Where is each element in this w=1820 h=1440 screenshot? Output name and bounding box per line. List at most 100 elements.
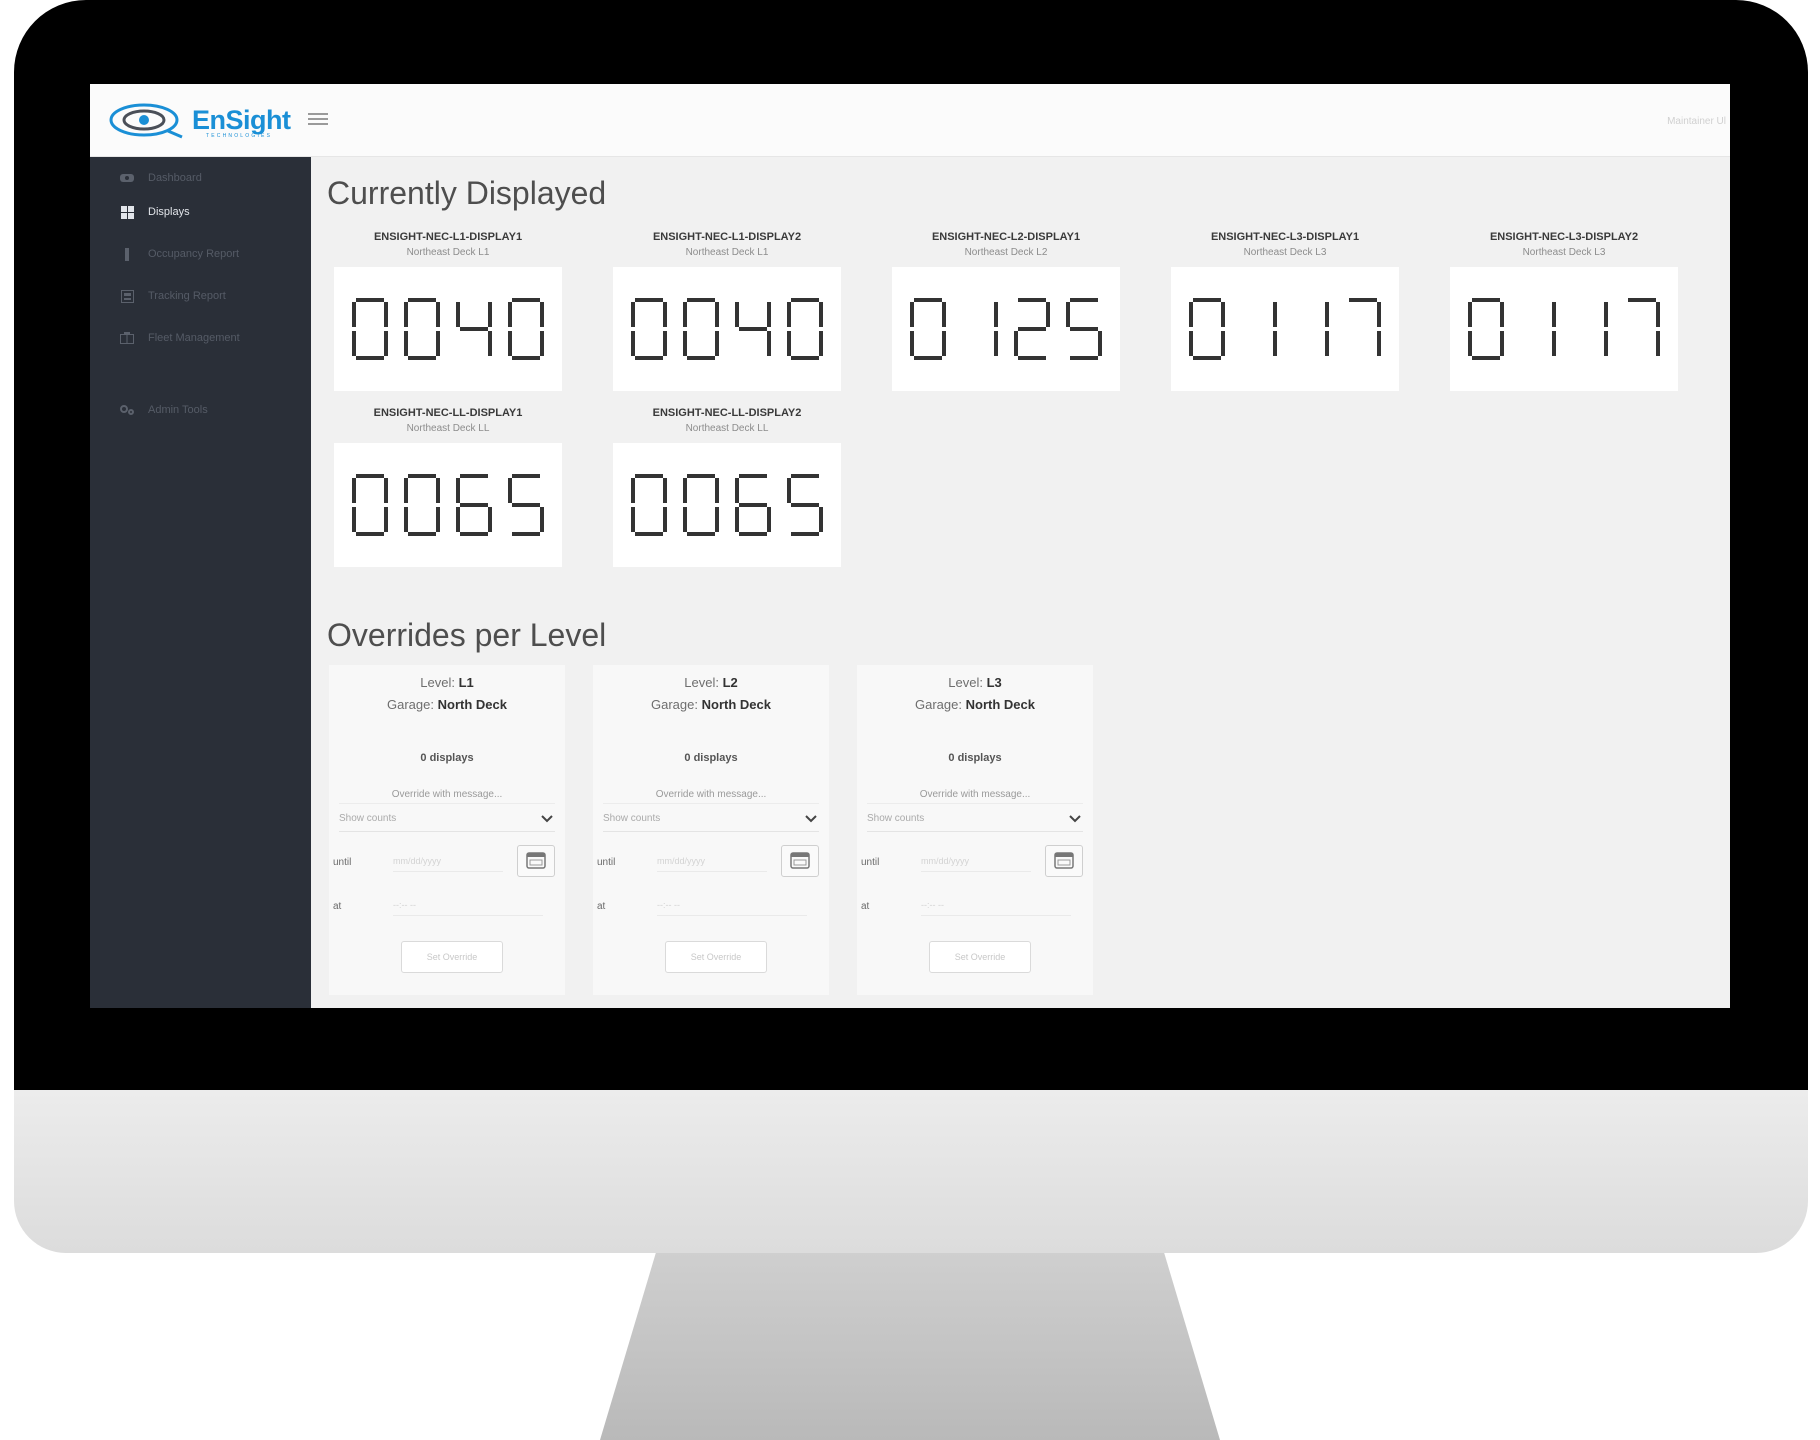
logo[interactable]: EnSight TECHNOLOGIES xyxy=(108,94,298,146)
sidebar-item-label: Admin Tools xyxy=(148,404,208,416)
digit-segment xyxy=(512,532,540,536)
until-date-input[interactable]: mm/dd/yyyy xyxy=(657,851,767,872)
display-location: Northeast Deck L1 xyxy=(685,247,769,258)
digit-segment xyxy=(663,302,667,327)
digit-segment xyxy=(687,474,715,478)
sidebar-item-label: Occupancy Report xyxy=(148,248,240,260)
calendar-button[interactable] xyxy=(781,845,819,877)
digit-segment xyxy=(735,302,739,327)
sidebar-item-dashboard[interactable]: Dashboard xyxy=(90,161,311,195)
digit-segment xyxy=(352,507,356,532)
digit-segment xyxy=(942,331,946,356)
at-time-input[interactable]: --:-- -- xyxy=(657,895,807,916)
calendar-button[interactable] xyxy=(517,845,555,877)
digit-segment xyxy=(456,507,460,532)
seven-segment-readout xyxy=(631,474,823,536)
digit-segment xyxy=(456,478,460,503)
calendar-button[interactable] xyxy=(1045,845,1083,877)
digit-segment xyxy=(1070,356,1098,360)
override-message-input[interactable]: Override with message... xyxy=(339,789,555,804)
digit-segment xyxy=(352,331,356,356)
digit-segment xyxy=(436,302,440,327)
level-line: Level: L2 xyxy=(593,675,829,690)
digit-segment xyxy=(408,298,436,302)
digit-segment xyxy=(635,298,663,302)
digit-segment xyxy=(1193,298,1221,302)
override-mode-select[interactable]: Show counts xyxy=(603,813,819,832)
digit-segment xyxy=(791,298,819,302)
monitor-chin xyxy=(14,1090,1808,1253)
digit-segment xyxy=(384,507,388,532)
digit-segment xyxy=(1468,331,1472,356)
display-location: Northeast Deck LL xyxy=(406,423,490,434)
digit-segment xyxy=(540,331,544,356)
display-value-box xyxy=(613,267,841,391)
digit-segment xyxy=(1046,302,1050,327)
display-card: ENSIGHT-NEC-LL-DISPLAY1 Northeast Deck L… xyxy=(329,407,567,613)
until-date-input[interactable]: mm/dd/yyyy xyxy=(393,851,503,872)
sidebar: Dashboard Displays Occupancy Report Trac… xyxy=(90,157,311,1008)
digit-segment xyxy=(739,474,767,478)
dashboard-icon xyxy=(120,172,134,184)
at-label: at xyxy=(597,901,606,912)
digit-segment xyxy=(1018,356,1046,360)
display-name: ENSIGHT-NEC-L1-DISPLAY1 xyxy=(373,231,523,243)
digit-segment xyxy=(356,532,384,536)
currently-displayed-title: Currently Displayed xyxy=(327,175,607,211)
user-label[interactable]: Maintainer Ul xyxy=(1667,116,1726,127)
digit-segment xyxy=(787,302,791,327)
garage-label: Garage: xyxy=(915,697,966,712)
digit-segment xyxy=(512,503,540,507)
digit-segment xyxy=(508,331,512,356)
until-label: until xyxy=(597,857,616,868)
digit-segment xyxy=(663,478,667,503)
digit-segment xyxy=(1472,298,1500,302)
digit-segment xyxy=(631,302,635,327)
override-message-input[interactable]: Override with message... xyxy=(603,789,819,804)
display-name: ENSIGHT-NEC-LL-DISPLAY2 xyxy=(652,407,802,419)
digit-segment xyxy=(635,474,663,478)
grid-icon xyxy=(120,205,134,219)
override-message-input[interactable]: Override with message... xyxy=(867,789,1083,804)
sidebar-item-displays[interactable]: Displays xyxy=(90,195,311,229)
digit-segment xyxy=(735,478,739,503)
digit-segment xyxy=(683,478,687,503)
calendar-icon xyxy=(526,852,546,869)
digit-segment xyxy=(1604,302,1608,327)
set-override-button[interactable]: Set Override xyxy=(929,941,1031,973)
at-time-input[interactable]: --:-- -- xyxy=(921,895,1071,916)
display-value-box xyxy=(334,267,562,391)
digit-segment xyxy=(1066,302,1070,327)
display-count: 0 displays xyxy=(684,752,738,764)
digit-segment xyxy=(683,507,687,532)
digit-segment xyxy=(635,532,663,536)
digit-segment xyxy=(942,302,946,327)
digit-segment xyxy=(910,302,914,327)
digit-segment xyxy=(767,331,771,356)
override-mode-select[interactable]: Show counts xyxy=(339,813,555,832)
menu-toggle-icon[interactable] xyxy=(308,110,328,128)
seven-segment-readout xyxy=(352,474,544,536)
override-mode-select[interactable]: Show counts xyxy=(867,813,1083,832)
sidebar-item-admin-tools[interactable]: Admin Tools xyxy=(90,393,311,427)
display-name: ENSIGHT-NEC-L3-DISPLAY1 xyxy=(1210,231,1360,243)
until-date-input[interactable]: mm/dd/yyyy xyxy=(921,851,1031,872)
at-time-input[interactable]: --:-- -- xyxy=(393,895,543,916)
level-line: Level: L1 xyxy=(329,675,565,690)
digit-segment xyxy=(1377,331,1381,356)
seven-segment-readout xyxy=(910,298,1102,360)
digit-segment xyxy=(767,302,771,327)
digit-segment xyxy=(715,331,719,356)
at-label: at xyxy=(861,901,870,912)
sidebar-item-label: Displays xyxy=(148,206,190,218)
sidebar-item-fleet-management[interactable]: Fleet Management xyxy=(90,321,311,355)
digit-segment xyxy=(683,302,687,327)
level-line: Level: L3 xyxy=(857,675,1093,690)
digit-segment xyxy=(914,356,942,360)
set-override-button[interactable]: Set Override xyxy=(401,941,503,973)
digit-segment xyxy=(791,532,819,536)
digit-segment xyxy=(1273,302,1277,327)
sidebar-item-occupancy-report[interactable]: Occupancy Report xyxy=(90,237,311,271)
set-override-button[interactable]: Set Override xyxy=(665,941,767,973)
sidebar-item-tracking-report[interactable]: Tracking Report xyxy=(90,279,311,313)
